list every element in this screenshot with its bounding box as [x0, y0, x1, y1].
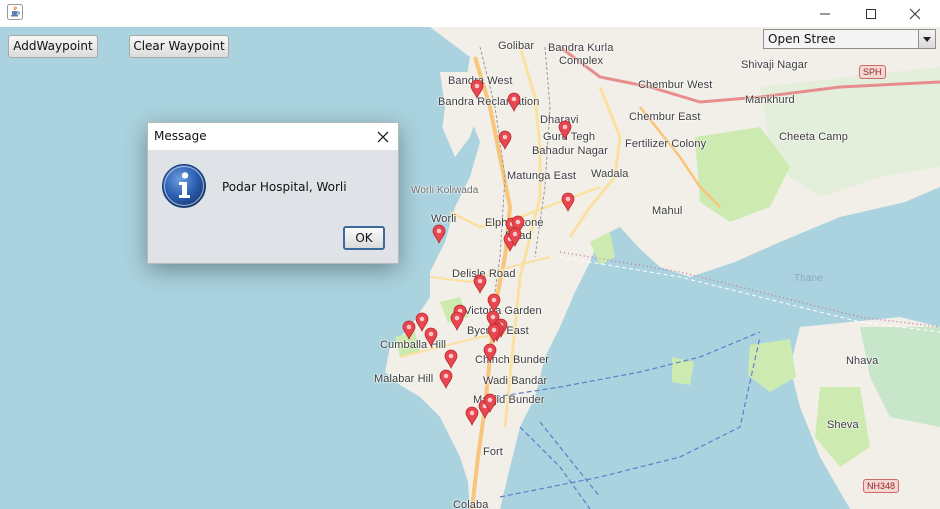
map-label-golibar: Golibar: [498, 40, 535, 52]
map-label-thane-creek: Thane: [794, 273, 823, 284]
waypoint-marker-icon[interactable]: [483, 343, 497, 363]
dialog-title: Message: [154, 129, 207, 143]
waypoint-marker-icon[interactable]: [444, 349, 458, 369]
map-label-chembur-east: Chembur East: [629, 111, 701, 123]
highway-shield-sph: SPH: [859, 65, 886, 79]
waypoint-marker-icon[interactable]: [558, 120, 572, 140]
map-label-malabar-hill: Malabar Hill: [374, 373, 434, 385]
dialog-close-button[interactable]: [374, 128, 392, 146]
minimize-button[interactable]: [802, 0, 848, 27]
message-dialog: Message Podar Hospital, Worli OK: [147, 122, 399, 264]
waypoint-marker-icon[interactable]: [483, 393, 497, 413]
map-label-victoria-garden: Victoria Garden: [464, 305, 542, 317]
dialog-message: Podar Hospital, Worli: [222, 180, 347, 194]
chevron-down-icon: [923, 37, 931, 42]
map-label-bandra-kurla: Bandra Kurla: [548, 42, 614, 54]
waypoint-marker-icon[interactable]: [498, 130, 512, 150]
add-waypoint-button[interactable]: AddWaypoint: [8, 35, 98, 58]
waypoint-marker-icon[interactable]: [487, 323, 501, 343]
maximize-button[interactable]: [848, 0, 894, 27]
waypoint-marker-icon[interactable]: [439, 369, 453, 389]
map-label-chembur-west: Chembur West: [638, 79, 713, 91]
information-icon: [162, 164, 206, 208]
maximize-icon: [866, 9, 876, 19]
dropdown-arrow-button[interactable]: [918, 30, 935, 48]
close-icon: [377, 131, 389, 143]
map-viewer[interactable]: Golibar Bandra Kurla Complex Shivaji Nag…: [0, 27, 940, 509]
map-label-fertilizer-colony: Fertilizer Colony: [625, 138, 707, 150]
map-label-fort: Fort: [483, 446, 503, 458]
ok-button[interactable]: OK: [343, 226, 385, 250]
map-label-wadi-bandar: Wadi Bandar: [483, 375, 548, 387]
map-label-shivaji-nagar: Shivaji Nagar: [741, 59, 808, 71]
close-icon: [909, 8, 921, 20]
map-label-sheva: Sheva: [827, 419, 859, 431]
minimize-icon: [820, 13, 830, 15]
waypoint-marker-icon[interactable]: [561, 192, 575, 212]
tile-source-selected-value: Open Stree: [768, 32, 836, 46]
close-window-button[interactable]: [892, 0, 938, 27]
dialog-body: Podar Hospital, Worli OK: [148, 150, 398, 263]
highway-shield-nh348: NH348: [863, 479, 900, 493]
waypoint-marker-icon[interactable]: [465, 406, 479, 426]
map-label-matunga-east: Matunga East: [507, 170, 577, 182]
map-label-worli-koliwada: Worli Koliwada: [411, 185, 479, 196]
map-label-complex: Complex: [559, 55, 604, 67]
tile-source-dropdown[interactable]: Open Stree: [763, 29, 936, 49]
waypoint-marker-icon[interactable]: [432, 224, 446, 244]
map-label-mahul: Mahul: [652, 205, 683, 217]
map-label-nhava: Nhava: [846, 355, 879, 367]
map-label-mankhurd: Mankhurd: [745, 94, 795, 106]
waypoint-marker-icon[interactable]: [507, 92, 521, 112]
map-label-bahadur-nagar: Bahadur Nagar: [532, 145, 608, 157]
window-titlebar: [0, 0, 940, 27]
waypoint-marker-icon[interactable]: [450, 311, 464, 331]
clear-waypoint-button[interactable]: Clear Waypoint: [129, 35, 229, 58]
waypoint-marker-icon[interactable]: [402, 320, 416, 340]
java-app-icon: [7, 4, 23, 20]
dialog-titlebar: Message: [148, 123, 398, 150]
waypoint-marker-icon[interactable]: [473, 274, 487, 294]
waypoint-marker-icon[interactable]: [470, 79, 484, 99]
waypoint-marker-icon[interactable]: [424, 327, 438, 347]
map-label-colaba: Colaba: [453, 499, 489, 509]
waypoint-marker-icon[interactable]: [508, 227, 522, 247]
map-label-bandra-reclamation: Bandra Reclamation: [438, 96, 540, 108]
map-label-cheeta-camp: Cheeta Camp: [779, 131, 848, 143]
map-label-wadala: Wadala: [591, 168, 629, 180]
